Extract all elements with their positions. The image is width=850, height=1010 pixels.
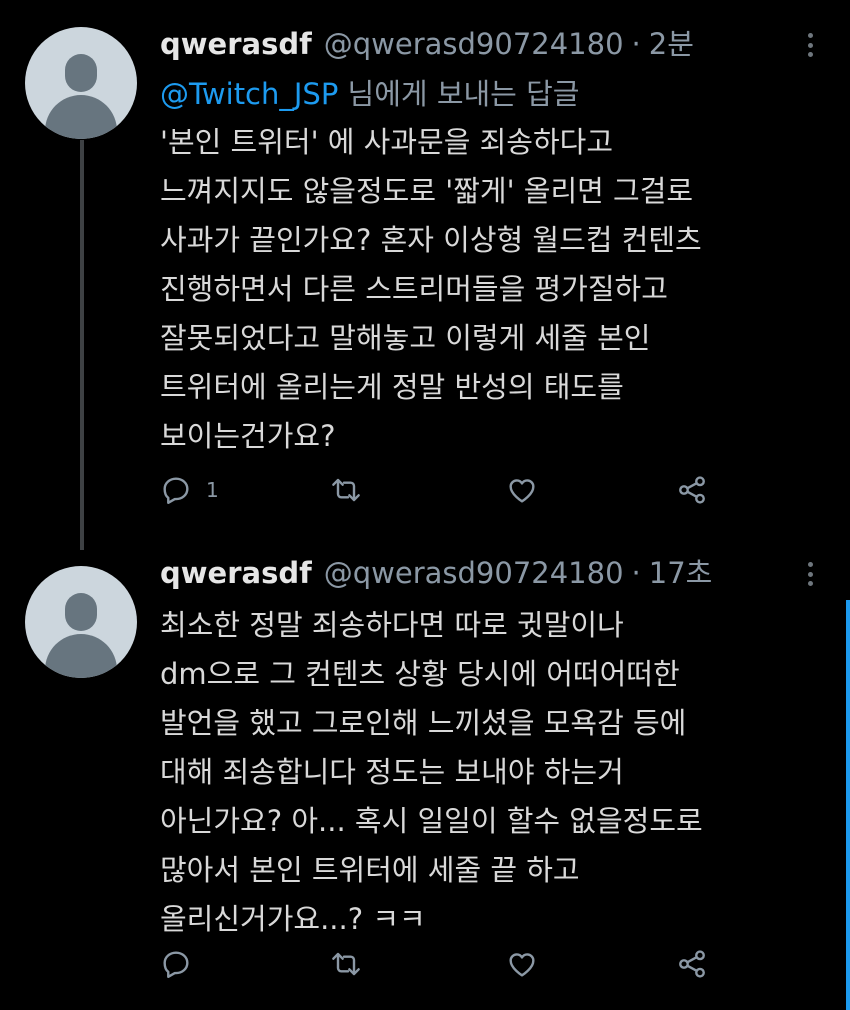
share-icon	[679, 476, 705, 504]
like-button[interactable]	[506, 470, 538, 510]
avatar[interactable]	[25, 566, 137, 678]
avatar[interactable]	[25, 27, 137, 139]
tweet-text-line: 대해 죄송합니다 정도는 보내야 하는거	[160, 755, 624, 789]
mention-link[interactable]: @Twitch_JSP	[160, 77, 338, 111]
tweet-text-line: 진행하면서 다른 스트리머들을 평가질하고	[160, 272, 668, 306]
scrollbar[interactable]	[846, 600, 850, 1010]
tweet-text-line: 최소한 정말 죄송하다면 따로 귓말이나	[160, 608, 624, 642]
separator: ·	[631, 27, 641, 61]
like-button[interactable]	[506, 944, 538, 984]
tweet-header: qwerasdf @qwerasd90724180 · 2분	[160, 24, 694, 64]
tweet-text-line: 많아서 본인 트위터에 세줄 끝 하고	[160, 853, 580, 887]
tweet-text-line: 느껴지지도 않을정도로 '짧게' 올리면 그걸로	[160, 174, 694, 208]
share-button[interactable]	[676, 470, 708, 510]
display-name[interactable]: qwerasdf	[160, 553, 312, 593]
retweet-button[interactable]	[330, 470, 362, 510]
timestamp[interactable]: 17초	[649, 553, 713, 593]
timestamp[interactable]: 2분	[649, 24, 694, 64]
user-handle[interactable]: @qwerasd90724180	[324, 553, 624, 593]
display-name[interactable]: qwerasdf	[160, 24, 312, 64]
tweet-text: 최소한 정말 죄송하다면 따로 귓말이나 dm으로 그 컨텐츠 상황 당시에 어…	[160, 601, 820, 944]
tweet-text-line: 보이는건가요?	[160, 419, 336, 453]
default-avatar-icon	[65, 54, 97, 92]
reply-button[interactable]: 1	[160, 470, 219, 510]
tweet-actions	[160, 944, 720, 984]
tweet-text-line: 발언을 했고 그로인해 느끼셨을 모욕감 등에	[160, 706, 687, 740]
share-button[interactable]	[676, 944, 708, 984]
like-icon	[509, 953, 535, 977]
tweet-text: '본인 트위터' 에 사과문을 죄송하다고 느껴지지도 않을정도로 '짧게' 올…	[160, 118, 820, 461]
replying-to-label: 님에게 보내는 답글	[338, 77, 580, 111]
retweet-icon	[332, 952, 360, 976]
tweet-header: qwerasdf @qwerasd90724180 · 17초	[160, 553, 712, 593]
share-icon	[679, 950, 705, 978]
tweet-text-line: 잘못되었다고 말해놓고 이렇게 세줄 본인	[160, 321, 651, 355]
tweet-actions: 1	[160, 470, 720, 510]
more-options-icon[interactable]	[800, 562, 820, 586]
retweet-icon	[332, 478, 360, 502]
like-icon	[509, 479, 535, 503]
tweet-text-line: 올리신거가요...? ㅋㅋ	[160, 902, 426, 936]
tweet-text-line: dm으로 그 컨텐츠 상황 당시에 어떠어떠한	[160, 657, 680, 691]
tweet-text-line: '본인 트위터' 에 사과문을 죄송하다고	[160, 125, 614, 159]
default-avatar-icon	[65, 593, 97, 631]
reply-count: 1	[206, 478, 219, 502]
reply-icon	[163, 477, 189, 504]
thread-connector-line	[80, 140, 84, 550]
user-handle[interactable]: @qwerasd90724180	[324, 24, 624, 64]
tweet-text-line: 트위터에 올리는게 정말 반성의 태도를	[160, 370, 624, 404]
tweet-text-line: 아닌가요? 아... 혹시 일일이 할수 없을정도로	[160, 804, 703, 838]
more-options-icon[interactable]	[800, 33, 820, 57]
reply-button[interactable]	[160, 944, 206, 984]
tweet-text-line: 사과가 끝인가요? 혼자 이상형 월드컵 컨텐츠	[160, 223, 702, 257]
replying-to: @Twitch_JSP 님에게 보내는 답글	[160, 74, 579, 114]
separator: ·	[631, 556, 641, 590]
retweet-button[interactable]	[330, 944, 362, 984]
reply-icon	[163, 951, 189, 978]
reply-thread: qwerasdf @qwerasd90724180 · 2분 @Twitch_J…	[0, 0, 850, 1010]
